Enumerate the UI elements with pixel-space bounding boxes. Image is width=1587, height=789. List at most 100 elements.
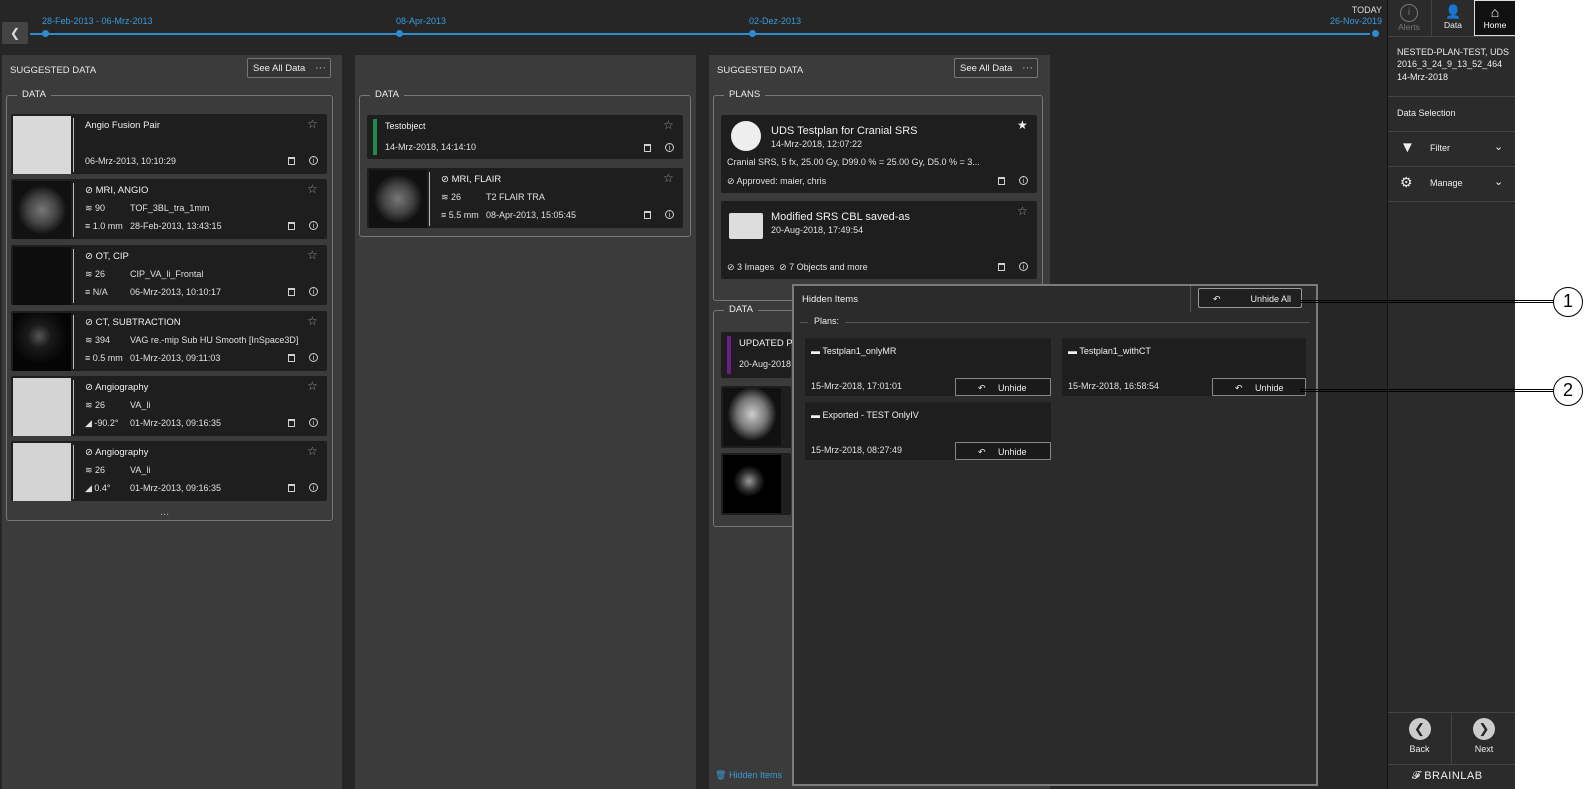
data-card[interactable]: [721, 453, 791, 515]
home-icon: ⌂: [1490, 4, 1500, 20]
star-icon[interactable]: ☆: [663, 118, 674, 132]
info-icon[interactable]: i: [309, 287, 318, 296]
color-tag: [727, 336, 731, 374]
star-icon[interactable]: ☆: [307, 182, 318, 196]
series-name: VA_li: [130, 465, 151, 475]
trash-icon[interactable]: [288, 419, 295, 427]
see-all-data-button[interactable]: See All Data ···: [247, 58, 331, 78]
timeline-label[interactable]: 08-Apr-2013: [396, 16, 446, 26]
star-icon[interactable]: ☆: [307, 248, 318, 262]
trash-icon[interactable]: [288, 484, 295, 492]
thumbnail: [13, 181, 71, 239]
data-card[interactable]: [721, 386, 791, 448]
trash-icon[interactable]: [644, 211, 651, 219]
trash-icon[interactable]: [288, 157, 295, 165]
data-card[interactable]: Angio Fusion Pair 06-Mrz-2013, 10:10:29 …: [11, 114, 327, 174]
info-icon[interactable]: i: [1019, 262, 1028, 271]
card-title: Modified SRS CBL saved-as: [771, 211, 910, 223]
data-card[interactable]: ⊘ MRI, ANGIO ≋ 90 TOF_3BL_tra_1mm ≡ 1.0 …: [11, 179, 327, 239]
data-button[interactable]: 👤 Data: [1431, 0, 1474, 36]
data-card[interactable]: ⊘ OT, CIP ≋ 26 CIP_VA_li_Frontal ≡ N/A 0…: [11, 245, 327, 305]
star-icon[interactable]: ☆: [307, 117, 318, 131]
hidden-items-link[interactable]: 🗑 Hidden Items: [715, 770, 782, 781]
data-card[interactable]: Testobject 14-Mrz-2018, 14:14:10 ☆ i: [367, 115, 683, 159]
data-card[interactable]: ⊘ CT, SUBTRACTION ≋ 394 VAG re.-mip Sub …: [11, 311, 327, 371]
info-icon[interactable]: i: [665, 210, 674, 219]
thumbnail: [369, 170, 427, 228]
card-date: 14-Mrz-2018, 12:07:22: [771, 139, 863, 149]
star-icon[interactable]: ☆: [307, 314, 318, 328]
count-value: 26: [95, 400, 106, 410]
star-icon[interactable]: ☆: [307, 379, 318, 393]
star-icon[interactable]: ☆: [307, 444, 318, 458]
timeline-back-button[interactable]: ❮: [2, 22, 28, 44]
trash-icon[interactable]: [644, 144, 651, 152]
timeline-label[interactable]: 28-Feb-2013 - 06-Mrz-2013: [42, 16, 153, 26]
plan-card[interactable]: Modified SRS CBL saved-as 20-Aug-2018, 1…: [721, 201, 1037, 279]
more-items-indicator[interactable]: ...: [160, 506, 169, 518]
card-date: 01-Mrz-2013, 09:16:35: [130, 418, 222, 428]
alerts-button[interactable]: i Alerts: [1388, 0, 1430, 36]
image-count: ≋ 26: [85, 400, 106, 410]
filter-menu[interactable]: ▼ Filter ⌄: [1388, 131, 1515, 165]
divider: [73, 249, 74, 303]
data-card[interactable]: ⊘ Angiography ≋ 26 VA_li ◢ 0.4° 01-Mrz-2…: [11, 441, 327, 501]
brand-logo: 𝓕 BRAINLAB: [1412, 770, 1483, 783]
card-date: 15-Mrz-2018, 16:58:54: [1068, 381, 1160, 391]
manage-menu[interactable]: ⚙ Manage ⌄: [1388, 166, 1515, 200]
card-date: 14-Mrz-2018, 14:14:10: [385, 142, 477, 152]
timeline-marker[interactable]: [749, 30, 756, 37]
trash-icon[interactable]: [288, 288, 295, 296]
timeline-marker[interactable]: [1372, 30, 1379, 37]
trash-icon[interactable]: [288, 354, 295, 362]
see-all-data-button[interactable]: See All Data ···: [954, 58, 1038, 78]
timeline-bar: [30, 33, 1370, 35]
unhide-all-button[interactable]: ↶ Unhide All: [1198, 288, 1302, 308]
star-filled-icon[interactable]: ★: [1017, 118, 1028, 132]
thumbnail: [13, 116, 71, 174]
more-icon: ···: [315, 62, 326, 74]
card-title: ⊘ CT, SUBTRACTION: [85, 317, 181, 328]
timeline-label[interactable]: 26-Nov-2019: [1312, 16, 1382, 26]
unhide-button[interactable]: ↶ Unhide: [1212, 378, 1306, 396]
info-icon[interactable]: i: [309, 483, 318, 492]
color-tag: [373, 119, 377, 155]
card-title: UDS Testplan for Cranial SRS: [771, 125, 918, 137]
info-icon[interactable]: i: [309, 156, 318, 165]
home-button[interactable]: ⌂ Home: [1474, 0, 1515, 36]
back-button[interactable]: ❮ Back: [1388, 712, 1451, 764]
info-icon[interactable]: i: [665, 143, 674, 152]
unhide-button[interactable]: ↶ Unhide: [955, 378, 1051, 396]
card-title: Testobject: [385, 121, 426, 131]
see-all-label: See All Data: [960, 63, 1013, 74]
info-icon[interactable]: i: [309, 221, 318, 230]
data-selection-label: Data Selection: [1397, 108, 1456, 118]
plan-card[interactable]: UDS Testplan for Cranial SRS 14-Mrz-2018…: [721, 115, 1037, 193]
app-window: ❮ 28-Feb-2013 - 06-Mrz-2013 08-Apr-2013 …: [0, 0, 1515, 789]
info-icon[interactable]: i: [309, 418, 318, 427]
star-icon[interactable]: ☆: [1017, 204, 1028, 218]
data-card[interactable]: ⊘ MRI, FLAIR ≋ 26 T2 FLAIR TRA ≡ 5.5 mm …: [367, 168, 683, 228]
hidden-items-label: Hidden Items: [728, 770, 782, 780]
undo-icon: ↶: [978, 447, 986, 457]
timeline-marker[interactable]: [42, 30, 49, 37]
timeline-marker[interactable]: [396, 30, 403, 37]
info-icon[interactable]: i: [1019, 176, 1028, 185]
approved-by: maier, chris: [780, 176, 827, 186]
trash-icon[interactable]: [998, 263, 1005, 271]
card-date: 15-Mrz-2018, 08:27:49: [811, 445, 903, 455]
data-card[interactable]: ⊘ Angiography ≋ 26 VA_li ◢ -90.2° 01-Mrz…: [11, 376, 327, 436]
divider: [73, 445, 74, 499]
home-label: Home: [1483, 20, 1507, 30]
unhide-button[interactable]: ↶ Unhide: [955, 442, 1051, 460]
next-button[interactable]: ❯ Next: [1452, 712, 1515, 764]
card-title: ⊘ MRI, ANGIO: [85, 185, 149, 196]
info-icon[interactable]: i: [309, 353, 318, 362]
trash-icon[interactable]: [998, 177, 1005, 185]
data-card[interactable]: UPDATED PT 20-Aug-2018: [721, 332, 798, 378]
timeline-label[interactable]: 02-Dez-2013: [749, 16, 801, 26]
trash-icon[interactable]: [288, 222, 295, 230]
star-icon[interactable]: ☆: [663, 171, 674, 185]
column-data: DATA: [355, 55, 696, 789]
plan-content-summary: ⊘ 3 Images ⊘ 7 Objects and more: [727, 262, 868, 272]
